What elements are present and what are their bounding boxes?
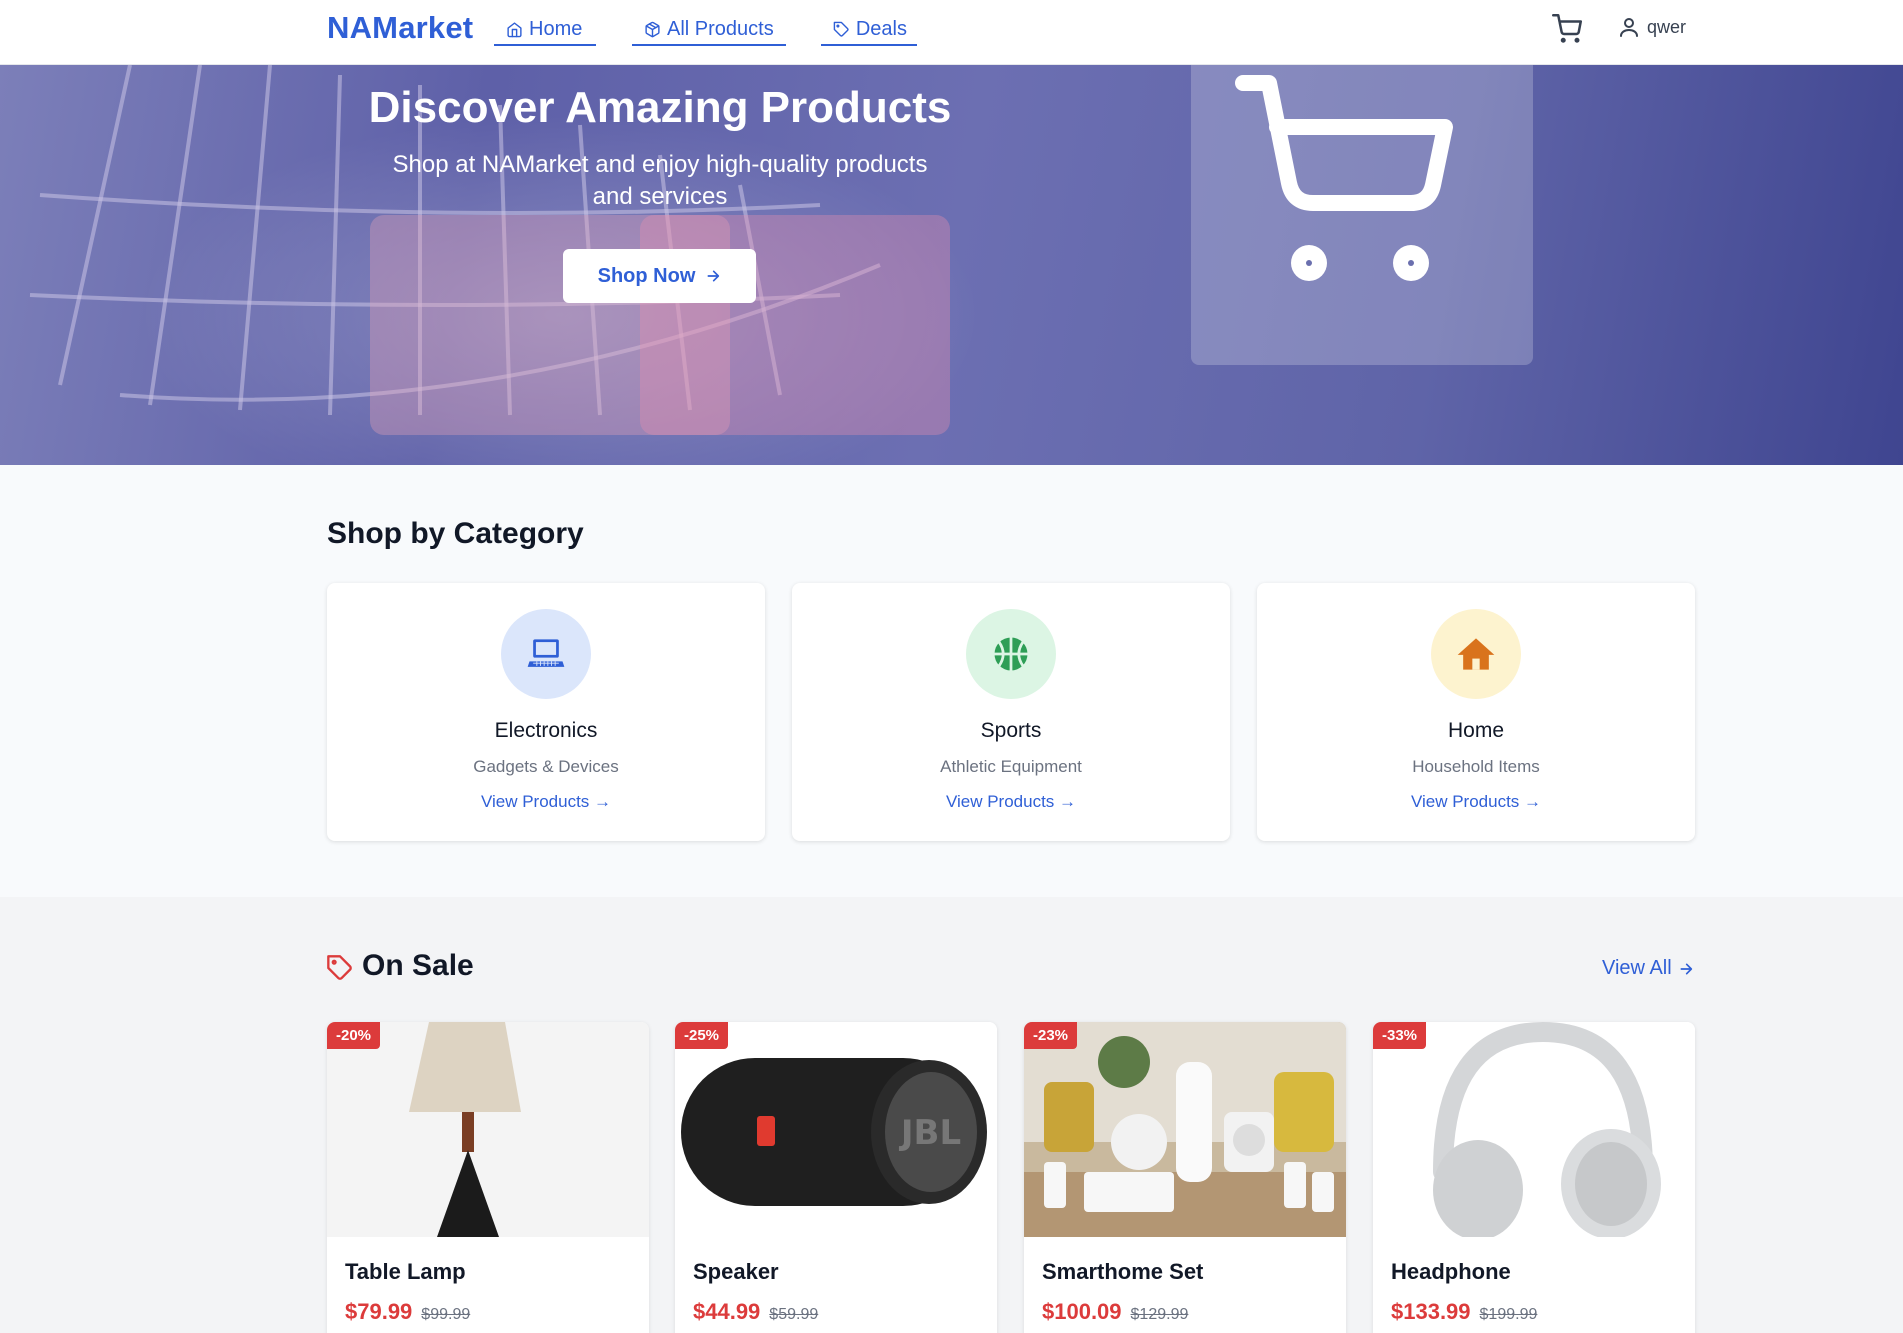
product-image <box>327 1022 649 1237</box>
category-card-electronics[interactable]: Electronics Gadgets & Devices View Produ… <box>327 583 765 841</box>
basketball-icon <box>994 637 1028 671</box>
nav-home-link[interactable]: Home <box>494 16 596 46</box>
original-price: $99.99 <box>421 1306 471 1323</box>
sale-price: $79.99 <box>345 1299 413 1324</box>
original-price: $199.99 <box>1479 1306 1538 1323</box>
tag-icon <box>833 21 849 37</box>
discount-badge: -23% <box>1024 1022 1078 1049</box>
arrow-right-icon <box>707 270 720 282</box>
category-description: Athletic Equipment <box>940 757 1082 776</box>
hero-subtitle: Shop at NAMarket and enjoy high-quality … <box>392 151 928 210</box>
category-name: Electronics <box>494 719 598 742</box>
laptop-icon <box>527 639 565 667</box>
discount-badge: -25% <box>675 1022 729 1049</box>
nav-deals-link[interactable]: Deals <box>821 16 917 46</box>
shop-now-label: Shop Now <box>597 264 696 287</box>
discount-badge: -20% <box>327 1022 381 1049</box>
sale-price: $44.99 <box>693 1299 761 1324</box>
category-card-sports[interactable]: Sports Athletic Equipment View Products … <box>792 583 1230 841</box>
product-prices: $100.09 $129.99 <box>1042 1299 1188 1325</box>
category-view-products-link[interactable]: View Products → <box>1257 792 1695 812</box>
category-name: Home <box>1447 719 1505 742</box>
box-icon <box>645 21 660 37</box>
category-section-title: Shop by Category <box>327 517 584 550</box>
svg-text:JBL: JBL <box>899 1113 961 1153</box>
product-name: Smarthome Set <box>1042 1259 1204 1284</box>
product-card-speaker[interactable]: -25% JBL Speaker $44.99 $59.99 <box>675 1022 997 1333</box>
category-card-home[interactable]: Home Household Items View Products → <box>1257 583 1695 841</box>
shop-now-button[interactable]: Shop Now <box>563 249 756 303</box>
large-cart-icon <box>1235 75 1453 281</box>
product-image <box>1373 1022 1695 1237</box>
category-name: Sports <box>980 719 1042 742</box>
house-icon <box>1457 638 1495 670</box>
nav-all-products-link[interactable]: All Products <box>632 16 786 46</box>
speaker-image: JBL <box>675 1022 997 1237</box>
hero-cart-illustration <box>1191 65 1533 365</box>
original-price: $129.99 <box>1130 1306 1189 1323</box>
product-prices: $79.99 $99.99 <box>345 1299 470 1325</box>
product-name: Table Lamp <box>345 1259 466 1284</box>
product-prices: $133.99 $199.99 <box>1391 1299 1537 1325</box>
nav-deals-label: Deals <box>855 17 907 40</box>
category-icon-wrap <box>1431 609 1521 699</box>
product-prices: $44.99 $59.99 <box>693 1299 818 1325</box>
product-name: Headphone <box>1391 1259 1511 1284</box>
hero-banner: Discover Amazing Products Shop at NAMark… <box>0 65 1903 465</box>
category-view-products-link[interactable]: View Products → <box>327 792 765 812</box>
sale-price: $100.09 <box>1042 1299 1122 1324</box>
user-menu-button[interactable]: qwer <box>1617 15 1686 39</box>
product-card-table-lamp[interactable]: -20% Table Lamp $79.99 $99.99 <box>327 1022 649 1333</box>
hero-title: Discover Amazing Products <box>368 83 952 132</box>
product-image <box>1024 1022 1346 1237</box>
product-card-smarthome-set[interactable]: -23% Smarthome Set $100.09 $129.99 <box>1024 1022 1346 1333</box>
home-icon <box>507 21 522 37</box>
view-all-label: View All <box>1602 957 1672 979</box>
brand-logo[interactable]: NAMarket <box>327 10 473 46</box>
user-icon <box>1620 18 1638 37</box>
original-price: $59.99 <box>769 1306 819 1323</box>
headphone-image <box>1373 1022 1695 1237</box>
product-name: Speaker <box>693 1259 779 1284</box>
discount-badge: -33% <box>1373 1022 1427 1049</box>
nav-all-products-label: All Products <box>667 17 774 40</box>
category-view-products-link[interactable]: View Products → <box>792 792 1230 812</box>
on-sale-section: On Sale View All -20% Table Lamp $79.99 … <box>0 897 1903 1333</box>
product-card-headphone[interactable]: -33% Headphone $133.99 $199.99 <box>1373 1022 1695 1333</box>
sale-tag-icon <box>327 955 352 980</box>
user-name: qwer <box>1647 16 1687 37</box>
view-all-link[interactable]: View All <box>1602 957 1694 980</box>
nav-home-label: Home <box>529 17 583 40</box>
smarthome-set-image <box>1024 1022 1346 1237</box>
cart-button[interactable] <box>1552 14 1582 44</box>
sale-price: $133.99 <box>1391 1299 1471 1324</box>
category-description: Gadgets & Devices <box>473 757 619 776</box>
product-image: JBL <box>675 1022 997 1237</box>
category-description: Household Items <box>1412 757 1540 776</box>
table-lamp-image <box>327 1022 649 1237</box>
top-navbar: NAMarket Home All Products Deals qwer <box>0 0 1903 65</box>
category-section: Shop by Category Electronics Gadgets & D… <box>0 465 1903 897</box>
category-icon-wrap <box>966 609 1056 699</box>
cart-icon <box>1552 14 1582 43</box>
on-sale-title: On Sale <box>362 949 474 982</box>
arrow-right-icon <box>1680 963 1692 974</box>
category-icon-wrap <box>501 609 591 699</box>
